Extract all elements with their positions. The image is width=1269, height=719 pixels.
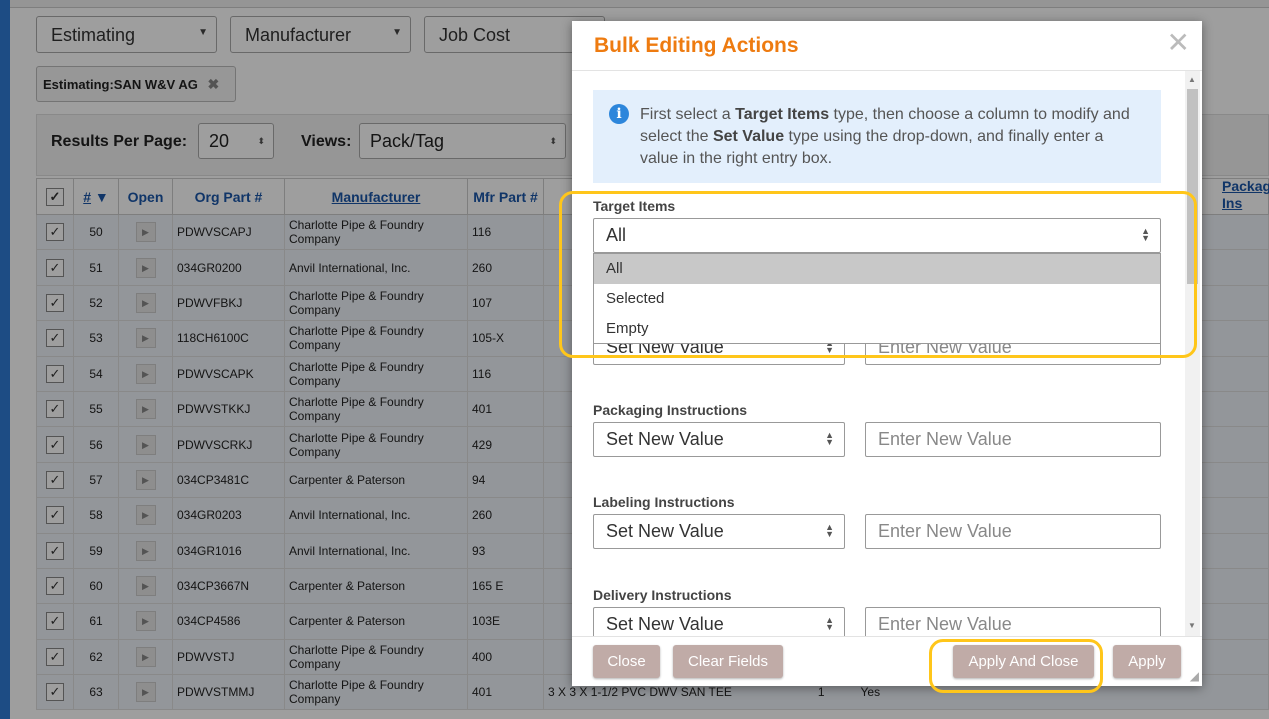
info-icon: i: [609, 104, 629, 124]
info-banner: i First select a Target Items type, then…: [593, 90, 1161, 183]
updown-icon: ▲▼: [825, 522, 834, 539]
delivery-set-value-select[interactable]: Set New Value ▲ ▼: [593, 607, 845, 636]
scroll-down-icon[interactable]: ▼: [1188, 621, 1196, 630]
apply-button[interactable]: Apply: [1113, 645, 1181, 678]
close-icon[interactable]: ✕: [1167, 29, 1190, 57]
updown-icon: ▲▼: [825, 430, 834, 447]
clear-fields-button[interactable]: Clear Fields: [673, 645, 783, 678]
labeling-instructions-label: Labeling Instructions: [593, 494, 735, 510]
set-value-text: Set New Value: [606, 429, 724, 449]
packaging-new-value-input[interactable]: Enter New Value: [865, 422, 1161, 457]
packaging-instructions-label: Packaging Instructions: [593, 402, 748, 418]
set-value-text: Set New Value: [606, 521, 724, 541]
info-bold: Target Items: [735, 106, 830, 123]
info-text: First select a: [640, 106, 736, 123]
set-value-text: Set New Value: [606, 614, 724, 634]
labeling-new-value-input[interactable]: Enter New Value: [865, 514, 1161, 549]
close-button[interactable]: Close: [593, 645, 660, 678]
delivery-new-value-input[interactable]: Enter New Value: [865, 607, 1161, 636]
modal-title: Bulk Editing Actions: [594, 34, 799, 57]
divider: [572, 636, 1202, 637]
target-items-highlight: [559, 191, 1197, 358]
packaging-set-value-select[interactable]: Set New Value ▲ ▼: [593, 422, 845, 457]
scroll-up-icon[interactable]: ▲: [1188, 75, 1196, 84]
delivery-instructions-label: Delivery Instructions: [593, 587, 732, 603]
info-bold: Set Value: [712, 128, 785, 145]
apply-close-highlight: [929, 639, 1103, 693]
labeling-set-value-select[interactable]: Set New Value ▲ ▼: [593, 514, 845, 549]
updown-icon: ▲▼: [825, 615, 834, 632]
resize-handle-icon[interactable]: ◢: [1190, 669, 1199, 683]
